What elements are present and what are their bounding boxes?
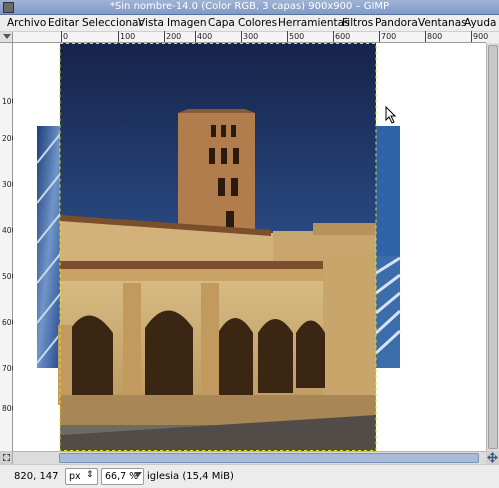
ruler-label: 100 bbox=[2, 97, 17, 106]
unit-selector[interactable]: px ⇕ bbox=[65, 468, 98, 485]
ruler-label: 600 bbox=[2, 318, 17, 327]
ruler-label: 700 bbox=[381, 32, 397, 41]
window-title: *Sin nombre-14.0 (Color RGB, 3 capas) 90… bbox=[109, 1, 390, 12]
menu-pandora[interactable]: Pandora bbox=[375, 17, 418, 29]
ruler-label: 200 bbox=[166, 32, 182, 41]
ruler-label: 300 bbox=[243, 32, 259, 41]
horizontal-ruler[interactable]: 0 100 200 300 400 500 600 700 800 900 bbox=[13, 31, 489, 43]
menu-ayuda[interactable]: Ayuda bbox=[464, 17, 496, 29]
ruler-label: 500 bbox=[289, 32, 305, 41]
back-layer-left bbox=[36, 126, 62, 368]
ruler-label: 800 bbox=[2, 404, 17, 413]
menu-imagen[interactable]: Imagen bbox=[167, 17, 207, 29]
ruler-label: 400 bbox=[2, 226, 17, 235]
menu-vista[interactable]: Vista bbox=[138, 17, 164, 29]
ruler-label: 400 bbox=[197, 32, 213, 41]
pointer-coordinates: 820, 147 bbox=[14, 471, 59, 482]
ruler-label: 0 bbox=[63, 32, 69, 41]
menu-capa[interactable]: Capa bbox=[208, 17, 235, 29]
menu-herramientas[interactable]: Herramientas bbox=[278, 17, 350, 29]
unit-value: px bbox=[69, 471, 81, 482]
church-photo bbox=[58, 43, 376, 451]
menu-archivo[interactable]: Archivo bbox=[7, 17, 46, 29]
ruler-label: 500 bbox=[2, 272, 17, 281]
gimp-window: *Sin nombre-14.0 (Color RGB, 3 capas) 90… bbox=[0, 0, 499, 488]
status-bar: 820, 147 px ⇕ 66,7 % iglesia (15,4 MiB) bbox=[0, 464, 499, 488]
vertical-scrollbar-thumb[interactable] bbox=[488, 45, 498, 449]
ruler-label: 800 bbox=[427, 32, 443, 41]
title-bar: *Sin nombre-14.0 (Color RGB, 3 capas) 90… bbox=[0, 0, 499, 15]
horizontal-scrollbar[interactable] bbox=[13, 451, 486, 464]
layer-info: iglesia (15,4 MiB) bbox=[147, 471, 234, 482]
arrow-cursor-icon bbox=[385, 105, 397, 124]
ruler-corner-button[interactable] bbox=[0, 32, 13, 43]
chevron-up-down-icon: ⇕ bbox=[86, 470, 94, 480]
menu-editar[interactable]: Editar bbox=[48, 17, 79, 29]
menu-filtros[interactable]: Filtros bbox=[342, 17, 373, 29]
ruler-label: 700 bbox=[2, 364, 17, 373]
menu-ventanas[interactable]: Ventanas bbox=[418, 17, 467, 29]
canvas-image[interactable] bbox=[13, 43, 486, 451]
ruler-label: 300 bbox=[2, 180, 17, 189]
menu-seleccionar[interactable]: Seleccionar bbox=[82, 17, 143, 29]
chevron-down-icon bbox=[134, 472, 142, 477]
menu-colores[interactable]: Colores bbox=[238, 17, 277, 29]
ruler-label: 600 bbox=[335, 32, 351, 41]
zoom-selector[interactable]: 66,7 % bbox=[101, 468, 144, 485]
ruler-label: 200 bbox=[2, 134, 17, 143]
menu-bar: Archivo Editar Seleccionar Vista Imagen … bbox=[0, 15, 499, 32]
ruler-label: 100 bbox=[120, 32, 136, 41]
quick-mask-toggle[interactable] bbox=[0, 451, 13, 464]
vertical-scrollbar[interactable] bbox=[486, 43, 499, 451]
vertical-ruler[interactable]: 100 200 300 400 500 600 700 800 bbox=[0, 43, 17, 451]
back-layer-right bbox=[374, 126, 402, 368]
horizontal-scrollbar-thumb[interactable] bbox=[59, 453, 479, 463]
ruler-label: 900 bbox=[473, 32, 489, 41]
navigate-icon[interactable] bbox=[486, 451, 499, 464]
image-canvas[interactable] bbox=[13, 43, 486, 451]
